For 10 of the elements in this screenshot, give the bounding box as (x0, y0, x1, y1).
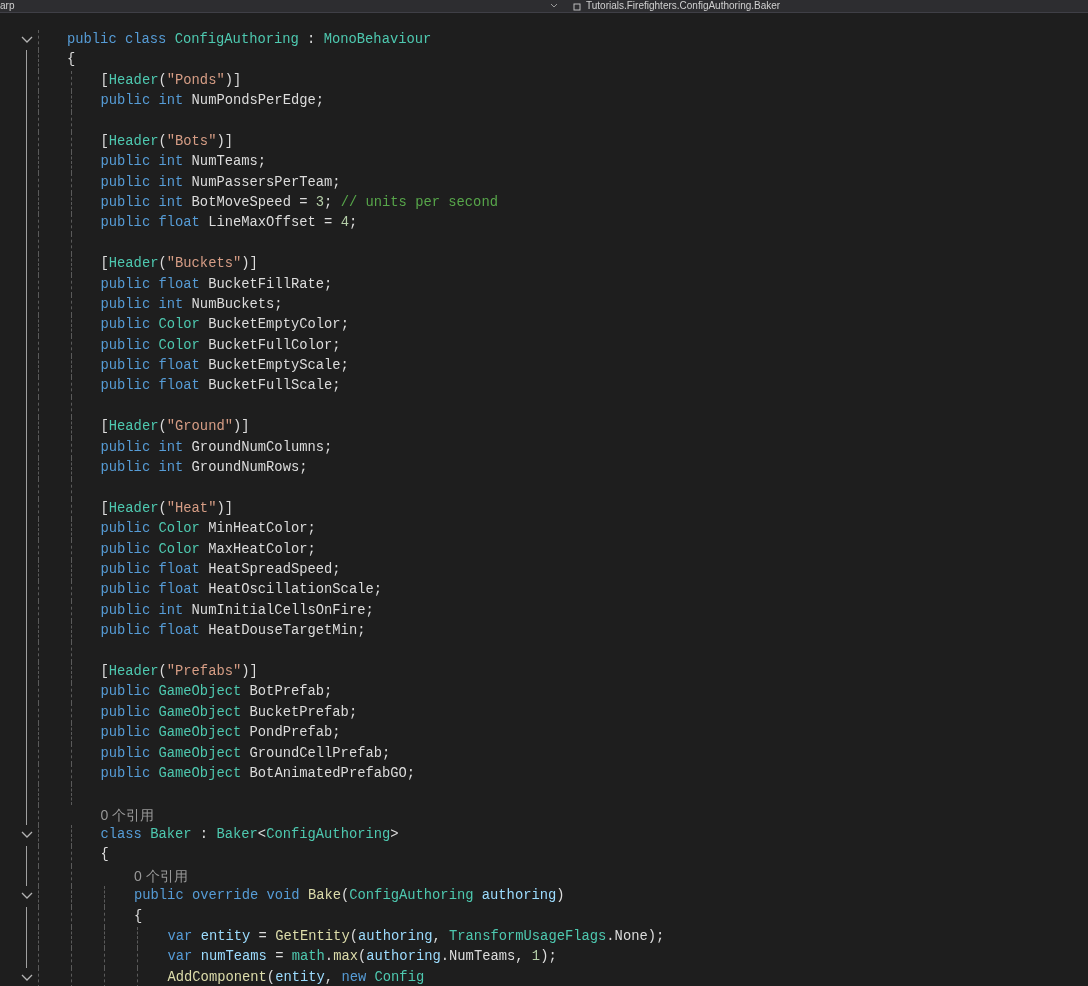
member-icon (572, 1, 582, 11)
collapse-chevron-icon[interactable] (21, 36, 33, 44)
dropdown-caret-icon[interactable] (550, 3, 558, 9)
reference-count-link[interactable]: 0 个引用 (134, 865, 188, 887)
collapse-chevron-icon[interactable] (21, 831, 33, 840)
project-label: arp (0, 0, 16, 12)
collapse-chevron-icon[interactable] (21, 973, 33, 982)
reference-count-link[interactable]: 0 个引用 (100, 804, 155, 826)
collapse-chevron-icon[interactable] (21, 892, 33, 901)
breadcrumb[interactable]: Tutorials.Firefighters.ConfigAuthoring.Baker (586, 0, 781, 12)
